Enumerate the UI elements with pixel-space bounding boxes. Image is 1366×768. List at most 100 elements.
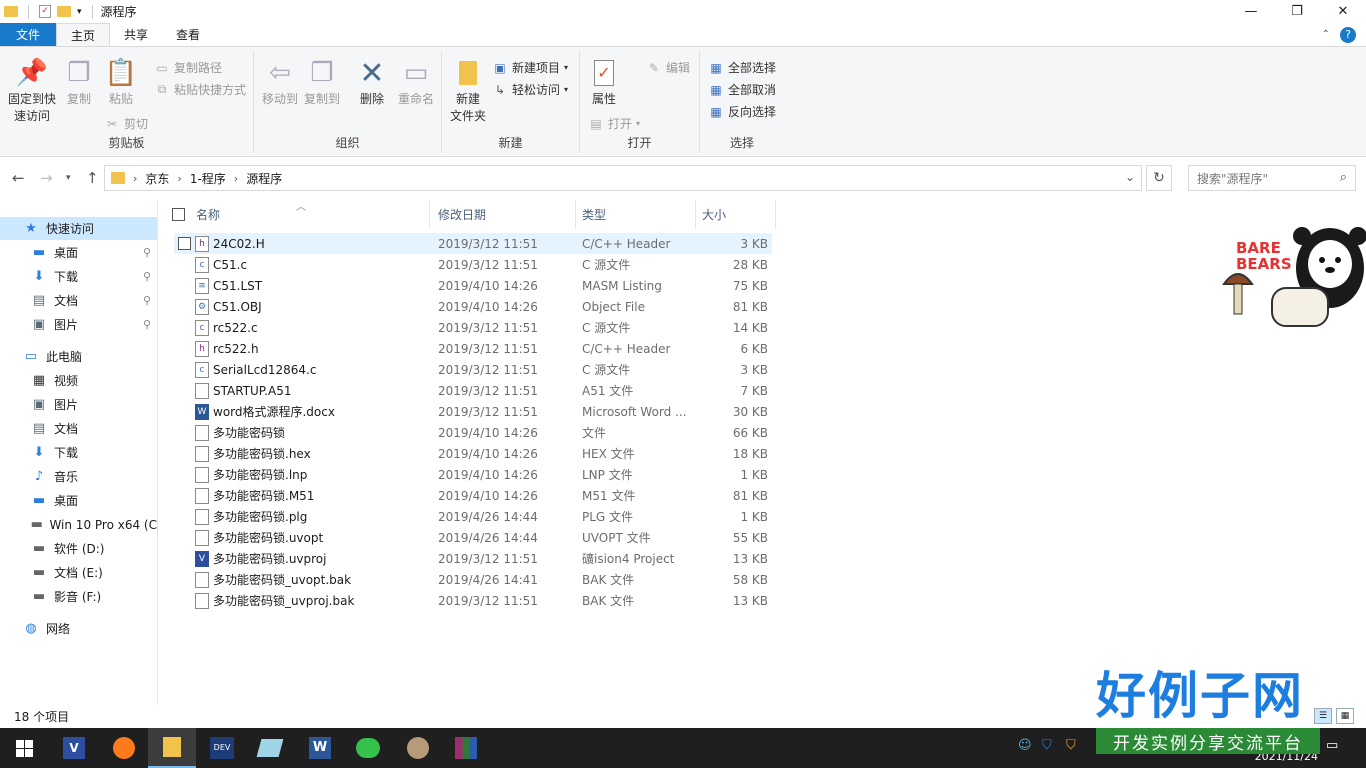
new-folder-quick-icon[interactable]	[57, 6, 71, 17]
pin-icon[interactable]: ⚲	[143, 294, 151, 307]
file-row[interactable]: c C51.c 2019/3/12 11:51 C 源文件 28 KB	[174, 254, 772, 275]
sidebar-item[interactable]: ⬇ 下载	[0, 441, 157, 464]
sidebar-item[interactable]: ▬ 桌面	[0, 489, 157, 512]
tray-app-icon[interactable]: ☺	[1018, 738, 1032, 753]
taskbar-word-icon[interactable]: W	[296, 728, 344, 768]
row-checkbox[interactable]	[178, 237, 191, 250]
invert-selection-button[interactable]: ▦ 反向选择	[708, 103, 776, 120]
file-row[interactable]: STARTUP.A51 2019/3/12 11:51 A51 文件 7 KB	[174, 380, 772, 401]
minimize-button[interactable]: —	[1228, 0, 1274, 23]
sidebar-item[interactable]: ▤ 文档	[0, 417, 157, 440]
tab-file[interactable]: 文件	[0, 23, 56, 46]
copy-button[interactable]: ❐ 复制	[62, 57, 96, 108]
tab-home[interactable]: 主页	[56, 23, 111, 46]
sidebar-item[interactable]: ▦ 视频	[0, 369, 157, 392]
file-row[interactable]: c rc522.c 2019/3/12 11:51 C 源文件 14 KB	[174, 317, 772, 338]
search-input[interactable]: 搜索"源程序" ⌕	[1188, 165, 1356, 191]
taskbar-wechat-icon[interactable]	[344, 728, 392, 768]
chevron-down-icon[interactable]: ⌄	[1125, 170, 1135, 184]
column-name[interactable]: 名称	[190, 200, 430, 228]
cut-button[interactable]: ✂ 剪切	[104, 115, 148, 132]
sidebar-item[interactable]: ▣ 图片	[0, 393, 157, 416]
back-arrow-icon[interactable]: ←	[12, 169, 25, 187]
new-item-button[interactable]: ▣ 新建项目 ▾	[492, 59, 568, 76]
pin-icon[interactable]: ⚲	[143, 270, 151, 283]
close-button[interactable]: ✕	[1320, 0, 1366, 23]
maximize-button[interactable]: ❐	[1274, 0, 1320, 23]
sidebar-item[interactable]: ♪ 音乐	[0, 465, 157, 488]
sidebar-item[interactable]: ▬ Win 10 Pro x64 (C	[0, 513, 157, 536]
new-folder-button[interactable]: 新建 文件夹	[448, 57, 488, 125]
file-row[interactable]: 多功能密码锁_uvproj.bak 2019/3/12 11:51 BAK 文件 13…	[174, 590, 772, 611]
move-to-button[interactable]: ⇦ 移动到	[260, 57, 300, 108]
taskbar-firefox-icon[interactable]	[100, 728, 148, 768]
select-all-button[interactable]: ▦ 全部选择	[708, 59, 776, 76]
sidebar-item[interactable]: ▬ 文档 (E:)	[0, 561, 157, 584]
taskbar-keil-icon[interactable]: V	[50, 728, 98, 768]
taskbar-winrar-icon[interactable]	[442, 728, 490, 768]
file-row[interactable]: Wword格式源程序.docx 2019/3/12 11:51 Microsoft …	[174, 401, 772, 422]
sidebar-item[interactable]: ⬇ 下载 ⚲	[0, 265, 157, 288]
file-row[interactable]: h 24C02.H 2019/3/12 11:51 C/C++ Header 3 KB	[174, 233, 772, 254]
tab-view[interactable]: 查看	[162, 23, 214, 46]
sidebar-item[interactable]: ◍ 网络	[0, 617, 157, 640]
sidebar-item[interactable]: ▬ 桌面 ⚲	[0, 241, 157, 264]
file-row[interactable]: 多功能密码锁.plg 2019/4/26 14:44 PLG 文件 1 KB	[174, 506, 772, 527]
start-button[interactable]	[0, 728, 48, 768]
chevron-right-icon[interactable]: ›	[234, 172, 238, 185]
paste-button[interactable]: 📋 粘贴	[104, 57, 138, 108]
file-row[interactable]: V 多功能密码锁.uvproj 2019/3/12 11:51 礦ision4 Pro…	[174, 548, 772, 569]
sidebar-item[interactable]: ▭ 此电脑	[0, 345, 157, 368]
column-date[interactable]: 修改日期	[432, 200, 576, 228]
file-row[interactable]: 多功能密码锁.lnp 2019/4/10 14:26 LNP 文件 1 KB	[174, 464, 772, 485]
taskbar-game-icon[interactable]	[394, 728, 442, 768]
refresh-button[interactable]: ↻	[1146, 165, 1172, 191]
sidebar-item[interactable]: ★ 快速访问	[0, 217, 157, 240]
file-row[interactable]: 多功能密码锁.hex 2019/4/10 14:26 HEX 文件 18 KB	[174, 443, 772, 464]
taskbar-file-explorer-icon[interactable]	[148, 728, 196, 768]
up-arrow-icon[interactable]: ↑	[86, 169, 99, 187]
address-bar[interactable]: › 京东 › 1-程序 › 源程序 ⌄	[104, 165, 1142, 191]
copy-path-button[interactable]: ▭ 复制路径	[154, 59, 222, 76]
sidebar-item[interactable]: ▣ 图片 ⚲	[0, 313, 157, 336]
tray-shield-icon[interactable]: ⛉	[1042, 738, 1052, 753]
breadcrumb-item[interactable]: 源程序	[246, 170, 282, 187]
tab-share[interactable]: 共享	[110, 23, 162, 46]
file-row[interactable]: 多功能密码锁.M51 2019/4/10 14:26 M51 文件 81 KB	[174, 485, 772, 506]
column-type[interactable]: 类型	[576, 200, 696, 228]
open-button[interactable]: ▤ 打开 ▾	[588, 115, 640, 132]
forward-arrow-icon[interactable]: →	[40, 169, 53, 187]
select-none-button[interactable]: ▦ 全部取消	[708, 81, 776, 98]
file-row[interactable]: 多功能密码锁.uvopt 2019/4/26 14:44 UVOPT 文件 55 KB	[174, 527, 772, 548]
file-row[interactable]: h rc522.h 2019/3/12 11:51 C/C++ Header 6 KB	[174, 338, 772, 359]
column-size[interactable]: 大小	[696, 200, 776, 228]
sidebar-item[interactable]: ▬ 影音 (F:)	[0, 585, 157, 608]
file-row[interactable]: 多功能密码锁_uvopt.bak 2019/4/26 14:41 BAK 文件 58 …	[174, 569, 772, 590]
file-row[interactable]: c SerialLcd12864.c 2019/3/12 11:51 C 源文件 3 K…	[174, 359, 772, 380]
chevron-up-icon[interactable]: ⌃	[1322, 29, 1330, 40]
chevron-right-icon[interactable]: ›	[133, 172, 137, 185]
file-row[interactable]: ≡ C51.LST 2019/4/10 14:26 MASM Listing 75 KB	[174, 275, 772, 296]
paste-shortcut-button[interactable]: ⧉ 粘贴快捷方式	[154, 81, 246, 98]
customize-quick-access-icon[interactable]: ▾	[77, 7, 82, 17]
file-row[interactable]: 多功能密码锁 2019/4/10 14:26 文件 66 KB	[174, 422, 772, 443]
copy-to-button[interactable]: ❐ 复制到	[302, 57, 342, 108]
easy-access-button[interactable]: ↳ 轻松访问 ▾	[492, 81, 568, 98]
delete-button[interactable]: ✕ 删除	[354, 57, 390, 108]
sidebar-item[interactable]: ▤ 文档 ⚲	[0, 289, 157, 312]
rename-button[interactable]: ▭ 重命名	[394, 57, 438, 108]
recent-locations-icon[interactable]: ▾	[66, 173, 71, 183]
tray-security-icon[interactable]: ⛉	[1066, 738, 1076, 753]
taskbar-app-icon[interactable]	[246, 728, 294, 768]
notification-icon[interactable]: ▭	[1326, 738, 1338, 753]
pin-quick-access-button[interactable]: 📌 固定到快 速访问	[6, 57, 58, 125]
chevron-right-icon[interactable]: ›	[177, 172, 181, 185]
sidebar-item[interactable]: ▬ 软件 (D:)	[0, 537, 157, 560]
breadcrumb-item[interactable]: 京东	[145, 170, 169, 187]
breadcrumb-item[interactable]: 1-程序	[190, 170, 226, 187]
select-all-checkbox[interactable]	[172, 208, 185, 221]
pin-icon[interactable]: ⚲	[143, 246, 151, 259]
pin-icon[interactable]: ⚲	[143, 318, 151, 331]
edit-button[interactable]: ✎ 编辑	[646, 59, 690, 76]
properties-quick-icon[interactable]: ✓	[39, 5, 51, 18]
